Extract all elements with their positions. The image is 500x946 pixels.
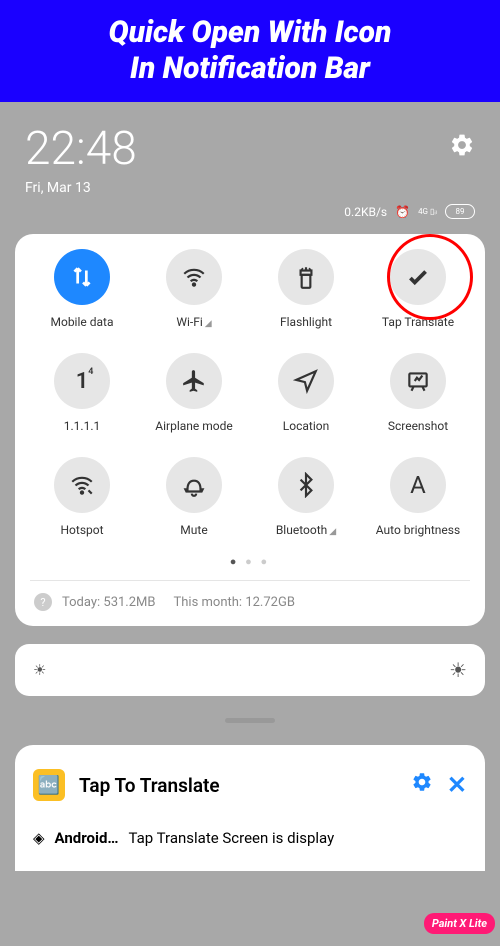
quick-settings-panel: Mobile data Wi-Fi◢ Flashlight Tap Translate… xyxy=(15,234,485,626)
qs-tile-1-1-1-1[interactable]: 14 1.1.1.1 xyxy=(30,353,134,433)
network-speed: 0.2KB/s xyxy=(344,205,387,219)
qs-label: Tap Translate xyxy=(382,315,454,329)
translate-app-icon: 🔤 xyxy=(33,769,65,801)
qs-label: 1.1.1.1 xyxy=(64,419,100,433)
clock-date: Fri, Mar 13 xyxy=(25,180,137,196)
check-icon xyxy=(390,249,446,305)
clock-time: 22:48 xyxy=(25,122,137,176)
drag-handle[interactable] xyxy=(225,718,275,723)
notification-close-icon[interactable]: ✕ xyxy=(447,771,467,799)
help-icon: ? xyxy=(34,593,52,611)
qs-label: Airplane mode xyxy=(155,419,232,433)
qs-label: Flashlight xyxy=(280,315,332,329)
qs-tile-mute[interactable]: Mute xyxy=(142,457,246,537)
qs-tile-airplane-mode[interactable]: Airplane mode xyxy=(142,353,246,433)
bell-icon xyxy=(166,457,222,513)
qs-label: Location xyxy=(283,419,329,433)
qs-label: Screenshot xyxy=(388,419,448,433)
notification-app: Android… xyxy=(55,829,119,847)
qs-label: Hotspot xyxy=(60,523,103,537)
brightness-high-icon: ☀ xyxy=(449,658,467,682)
screenshot-icon xyxy=(390,353,446,409)
location-icon xyxy=(278,353,334,409)
qs-label: Bluetooth◢ xyxy=(276,523,336,537)
title-banner: Quick Open With Icon In Notification Bar xyxy=(0,0,500,102)
notification-shade: 22:48 Fri, Mar 13 0.2KB/s ⏰ 4G ▯ᵢₗ 89 Mo… xyxy=(0,102,500,891)
status-header: 22:48 Fri, Mar 13 xyxy=(15,122,485,196)
airplane-icon xyxy=(166,353,222,409)
notification-text: Tap Translate Screen is display xyxy=(129,829,335,847)
notification-card[interactable]: 🔤 Tap To Translate ✕ ◈ Android… Tap Tran… xyxy=(15,745,485,871)
signal-icon: 4G ▯ᵢₗ xyxy=(418,207,437,216)
qs-tile-bluetooth[interactable]: Bluetooth◢ xyxy=(254,457,358,537)
qs-label: Auto brightness xyxy=(376,523,460,537)
page-indicator: ● ● ● xyxy=(30,555,470,568)
qs-tile-screenshot[interactable]: Screenshot xyxy=(366,353,470,433)
settings-icon[interactable] xyxy=(449,132,475,165)
arrows-updown-icon xyxy=(54,249,110,305)
qs-tile-wi-fi[interactable]: Wi-Fi◢ xyxy=(142,249,246,329)
qs-tile-mobile-data[interactable]: Mobile data xyxy=(30,249,134,329)
brightness-slider[interactable]: ☀ ☀ xyxy=(15,644,485,696)
qs-label: Mobile data xyxy=(51,315,114,329)
usage-today: Today: 531.2MB xyxy=(62,595,156,610)
brightness-low-icon: ☀ xyxy=(33,661,46,679)
notification-settings-icon[interactable] xyxy=(411,771,433,799)
qs-label: Wi-Fi◢ xyxy=(176,315,211,329)
layers-icon: ◈ xyxy=(33,829,45,847)
banner-line1: Quick Open With Icon xyxy=(20,15,480,51)
bluetooth-icon xyxy=(278,457,334,513)
letter-a-icon: A xyxy=(390,457,446,513)
battery-icon: 89 xyxy=(445,204,475,219)
qs-tile-auto-brightness[interactable]: A Auto brightness xyxy=(366,457,470,537)
notification-title: Tap To Translate xyxy=(79,774,397,797)
qs-tile-flashlight[interactable]: Flashlight xyxy=(254,249,358,329)
banner-line2: In Notification Bar xyxy=(20,51,480,87)
qs-tile-hotspot[interactable]: Hotspot xyxy=(30,457,134,537)
qs-tile-location[interactable]: Location xyxy=(254,353,358,433)
watermark: Paint X Lite xyxy=(424,913,495,934)
quick-settings-grid: Mobile data Wi-Fi◢ Flashlight Tap Translate… xyxy=(30,249,470,537)
status-indicators: 0.2KB/s ⏰ 4G ▯ᵢₗ 89 xyxy=(15,196,485,219)
qs-tile-tap-translate[interactable]: Tap Translate xyxy=(366,249,470,329)
usage-month: This month: 12.72GB xyxy=(174,595,295,610)
flashlight-icon xyxy=(278,249,334,305)
data-usage-row[interactable]: ? Today: 531.2MB This month: 12.72GB xyxy=(30,580,470,611)
qs-label: Mute xyxy=(180,523,207,537)
alarm-icon: ⏰ xyxy=(395,205,410,219)
hotspot-icon xyxy=(54,457,110,513)
wifi-icon xyxy=(166,249,222,305)
one-icon: 14 xyxy=(54,353,110,409)
